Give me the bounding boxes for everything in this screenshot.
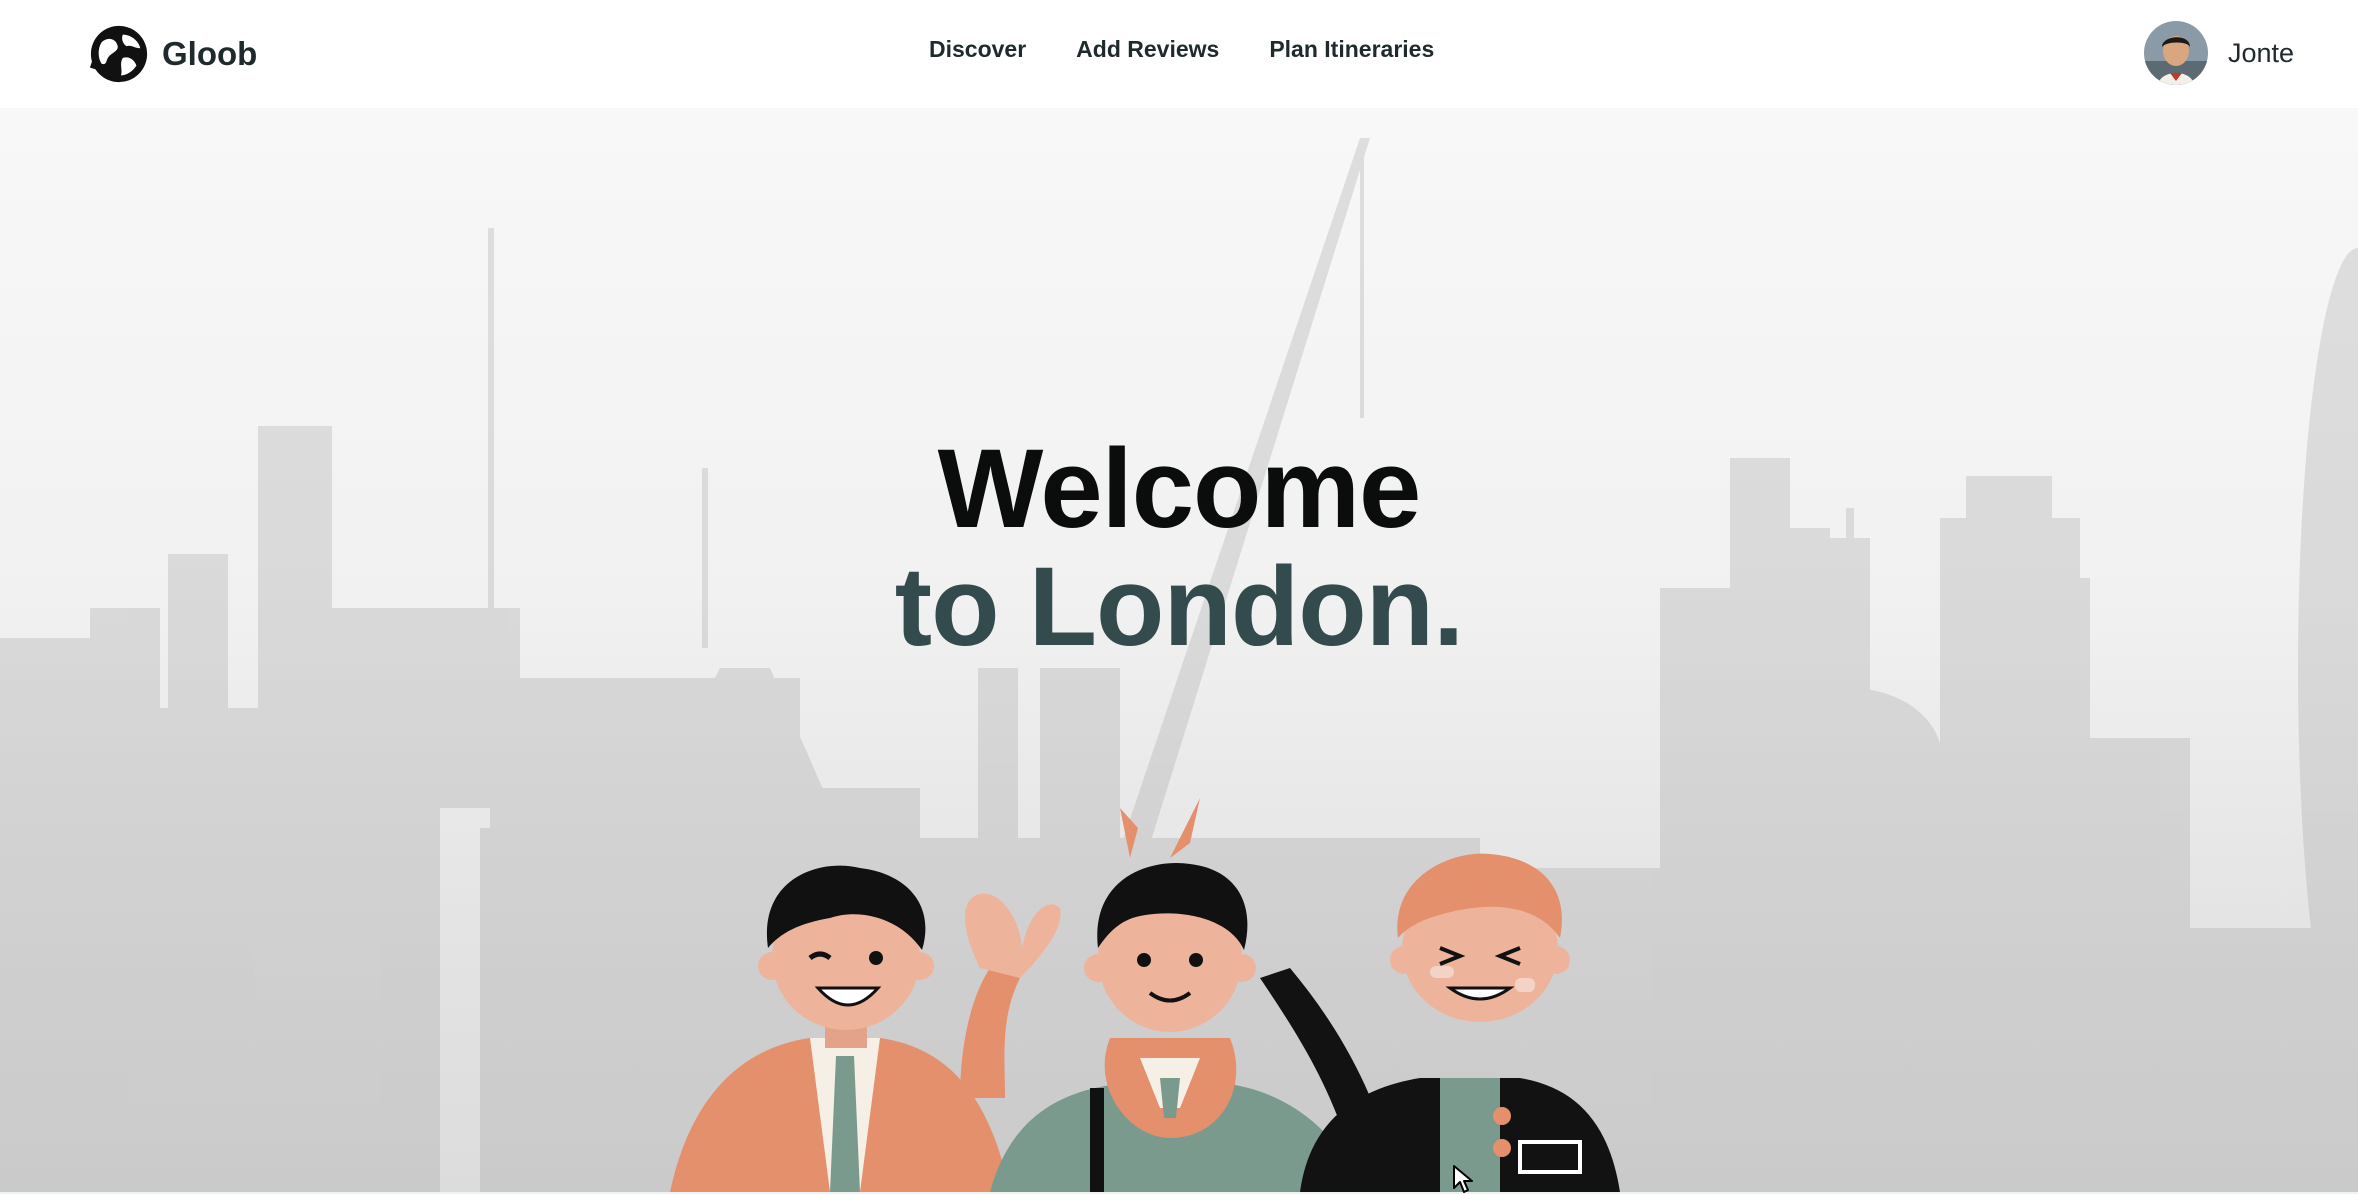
mouse-pointer-icon xyxy=(1453,1165,1473,1193)
brand-name: Gloob xyxy=(162,35,258,72)
user-avatar-icon xyxy=(2143,21,2208,85)
hero-section: Welcome to London. xyxy=(0,108,2358,1192)
top-navbar: Gloob Discover Add Reviews Plan Itinerar… xyxy=(0,0,2358,108)
user-profile-menu[interactable]: Jonte xyxy=(2143,20,2294,86)
three-friends-illustration xyxy=(670,798,1620,1192)
hero-heading: Welcome to London. xyxy=(0,430,2358,666)
globe-logo-icon xyxy=(89,25,148,83)
nav-add-reviews[interactable]: Add Reviews xyxy=(1076,36,1219,63)
friend-left-figure xyxy=(670,865,1061,1192)
nav-discover[interactable]: Discover xyxy=(929,36,1026,63)
main-navigation: Discover Add Reviews Plan Itineraries xyxy=(929,36,1434,63)
nav-plan-itineraries[interactable]: Plan Itineraries xyxy=(1269,36,1434,63)
hero-heading-line1: Welcome xyxy=(937,426,1422,551)
username: Jonte xyxy=(2227,37,2294,68)
hero-heading-line2: to London. xyxy=(894,544,1464,669)
brand-home-link[interactable]: Gloob xyxy=(88,22,257,86)
